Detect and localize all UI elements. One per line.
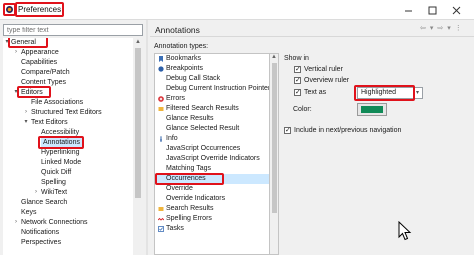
color-swatch [361,106,383,113]
close-icon[interactable] [444,4,468,16]
list-item[interactable]: JavaScript Occurrences [155,144,269,154]
task-icon [158,226,164,232]
tree-item-compare-patch[interactable]: Compare/Patch [21,68,70,77]
menu-icon[interactable]: ⋮ [455,24,462,32]
collapsed-twisty-icon[interactable]: › [13,218,19,227]
annotation-types-label: Annotation types: [154,43,209,50]
include-navigation-checkbox[interactable]: ✓ [284,127,291,134]
minimize-icon[interactable] [396,4,420,16]
list-item[interactable]: JavaScript Override Indicators [155,154,269,164]
pane-divider[interactable] [146,20,148,255]
tree-item-spelling[interactable]: Spelling [41,178,66,187]
vertical-ruler-checkbox[interactable]: ✓ [294,66,301,73]
list-item[interactable]: Override Indicators [155,194,269,204]
breakpoint-icon [158,66,164,72]
text-as-checkbox[interactable]: ✓ [294,89,301,96]
dropdown-icon[interactable]: ▾ [447,24,451,32]
filter-input[interactable] [3,24,143,36]
back-arrow-icon[interactable]: ⇦ [420,24,426,32]
dropdown-icon[interactable]: ▾ [430,24,434,32]
scrollbar-thumb[interactable] [135,48,141,198]
history-navigation: ⇦ ▾ ⇨ ▾ ⋮ [420,24,462,32]
list-item[interactable]: Filtered Search Results [155,104,269,114]
tree-item-perspectives[interactable]: Perspectives [21,238,61,247]
bookmark-icon [159,56,163,62]
list-item[interactable]: Errors [155,94,269,104]
occurrences-highlight [155,173,224,185]
tree-item-linked-mode[interactable]: Linked Mode [41,158,81,167]
scroll-up-icon[interactable]: ▲ [271,54,277,60]
tree-item-capabilities[interactable]: Capabilities [21,58,57,67]
editors-highlight [17,86,51,98]
annotation-types-list[interactable]: Bookmarks Breakpoints Debug Call Stack D… [154,53,270,255]
list-item[interactable]: Override [155,184,269,194]
vertical-ruler-label: Vertical ruler [304,66,343,73]
overview-ruler-checkbox[interactable]: ✓ [294,77,301,84]
list-item[interactable]: Info [155,134,269,144]
search-result-icon [158,207,164,211]
list-item[interactable]: Search Results [155,204,269,214]
overview-ruler-label: Overview ruler [304,77,350,84]
tree-item-wikitext[interactable]: WikiText [41,188,67,197]
annotation-list-scrollbar[interactable]: ▲ [270,53,279,255]
tree-item-glance-search[interactable]: Glance Search [21,198,67,207]
preferences-tree[interactable]: ▾ General › Appearance Capabilities Comp… [3,38,143,255]
tree-item-quick-diff[interactable]: Quick Diff [41,168,71,177]
header-separator [150,36,474,37]
include-navigation-label: Include in next/previous navigation [294,127,402,134]
list-item[interactable]: Debug Current Instruction Pointer [155,84,269,94]
tree-item-hyperlinking[interactable]: Hyperlinking [41,148,80,157]
search-result-icon [158,107,164,111]
chevron-down-icon: ▾ [415,90,419,96]
tree-scrollbar[interactable]: ▲ [133,38,143,255]
tree-item-network-connections[interactable]: Network Connections [21,218,88,227]
text-as-label: Text as [304,89,327,96]
show-in-label: Show in [284,55,309,62]
list-item[interactable]: Spelling Errors [155,214,269,224]
page-title: Annotations [155,25,200,35]
collapsed-twisty-icon[interactable]: › [23,108,29,117]
list-item[interactable]: Glance Selected Result [155,124,269,134]
scrollbar-thumb[interactable] [272,63,277,213]
scroll-up-icon[interactable]: ▲ [135,39,141,45]
tree-item-text-editors[interactable]: Text Editors [31,118,68,127]
tree-item-notifications[interactable]: Notifications [21,228,59,237]
general-highlight [8,38,48,48]
mouse-cursor-icon [398,221,412,241]
spelling-error-icon [158,217,164,221]
list-item[interactable]: Breakpoints [155,64,269,74]
collapsed-twisty-icon[interactable]: › [33,188,39,197]
info-icon [160,136,162,142]
window-controls [396,4,468,16]
error-icon [158,96,164,102]
list-item[interactable]: Glance Results [155,114,269,124]
window-title-highlight [15,2,64,17]
collapsed-twisty-icon[interactable]: › [13,48,19,57]
annotations-highlight [38,136,84,149]
color-label: Color: [293,106,312,113]
tree-item-keys[interactable]: Keys [21,208,37,217]
tree-item-file-associations[interactable]: File Associations [31,98,83,107]
tree-item-structured-text-editors[interactable]: Structured Text Editors [31,108,102,117]
list-item[interactable]: Tasks [155,224,269,234]
list-item[interactable]: Debug Call Stack [155,74,269,84]
tree-item-appearance[interactable]: Appearance [21,48,59,57]
maximize-icon[interactable] [420,4,444,16]
text-as-highlight [354,85,415,101]
forward-arrow-icon[interactable]: ⇨ [437,24,443,32]
expanded-twisty-icon[interactable]: ▾ [23,118,29,127]
list-item[interactable]: Bookmarks [155,54,269,64]
